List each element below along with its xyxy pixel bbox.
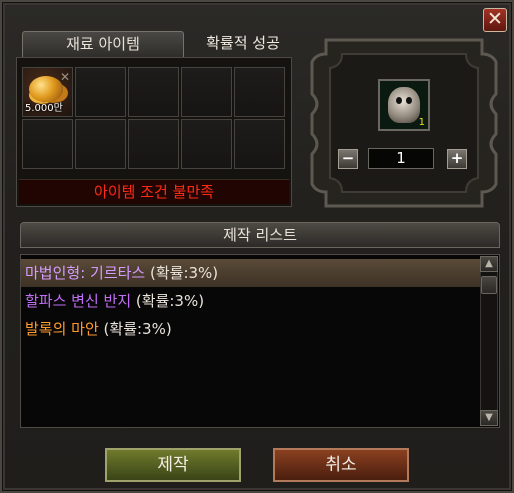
close-icon: ✕ [487, 8, 503, 30]
craft-list-item[interactable]: 할파스 변신 반지 (확률:3%) [21, 287, 480, 315]
craft-list: 마법인형: 기르타스 (확률:3%) 할파스 변신 반지 (확률:3%) 발록의… [20, 254, 500, 428]
plus-icon: + [450, 149, 464, 167]
tab-materials[interactable]: 재료 아이템 [22, 31, 184, 57]
cancel-button[interactable]: 취소 [273, 448, 409, 482]
material-slot[interactable] [181, 119, 232, 169]
craft-item-rate: (확률:3%) [131, 292, 205, 310]
material-slot[interactable] [75, 67, 126, 117]
material-slot[interactable] [128, 67, 179, 117]
material-quantity: 5.000만 [25, 103, 63, 114]
materials-panel: ✕ 5.000만 아이템 조건 불만족 [16, 57, 292, 207]
down-arrow-icon: ▼ [485, 412, 493, 423]
scroll-down-button[interactable]: ▼ [480, 410, 498, 426]
craft-item-rate: (확률:3%) [98, 320, 172, 338]
material-slot-grid: ✕ 5.000만 [22, 67, 285, 169]
tab-probability-success[interactable]: 확률적 성공 [188, 31, 298, 57]
craft-list-item[interactable]: 마법인형: 기르타스 (확률:3%) [21, 259, 480, 287]
decrease-quantity-button[interactable]: − [338, 149, 358, 169]
crafting-window: ✕ 재료 아이템 확률적 성공 ✕ 5.000만 아이템 조건 불만족 1 − … [0, 0, 514, 493]
tab-probability-label: 확률적 성공 [206, 34, 280, 52]
up-arrow-icon: ▲ [485, 258, 493, 269]
ghost-eye [396, 97, 402, 104]
craft-list-item[interactable]: 발록의 마안 (확률:3%) [21, 315, 480, 343]
material-slot[interactable] [128, 119, 179, 169]
scroll-up-button[interactable]: ▲ [480, 256, 498, 272]
ghost-doll-icon [388, 87, 420, 123]
craft-list-header: 제작 리스트 [20, 222, 500, 248]
material-slot[interactable]: ✕ 5.000만 [22, 67, 73, 117]
material-slot[interactable] [181, 67, 232, 117]
cross-mark-icon: ✕ [59, 70, 70, 84]
minus-icon: − [341, 149, 355, 167]
scroll-thumb[interactable] [481, 276, 497, 294]
result-item-slot[interactable]: 1 [378, 79, 430, 131]
material-slot[interactable] [22, 119, 73, 169]
craft-item-rate: (확률:3%) [145, 264, 219, 282]
result-count: 1 [418, 117, 425, 128]
condition-status-text: 아이템 조건 불만족 [19, 179, 289, 204]
material-slot[interactable] [234, 67, 285, 117]
tab-materials-label: 재료 아이템 [66, 35, 140, 53]
result-frame: 1 − 1 + [306, 34, 502, 212]
material-slot[interactable] [234, 119, 285, 169]
craft-item-name: 발록의 마안 [25, 320, 99, 338]
quantity-field[interactable]: 1 [368, 148, 434, 169]
craft-button[interactable]: 제작 [105, 448, 241, 482]
ghost-eye [406, 97, 412, 104]
close-button[interactable]: ✕ [483, 8, 507, 32]
increase-quantity-button[interactable]: + [447, 149, 467, 169]
material-slot[interactable] [75, 119, 126, 169]
craft-item-name: 할파스 변신 반지 [25, 292, 132, 310]
craft-list-scrollbar[interactable]: ▲ ▼ [480, 256, 498, 426]
craft-item-name: 마법인형: 기르타스 [25, 264, 146, 282]
